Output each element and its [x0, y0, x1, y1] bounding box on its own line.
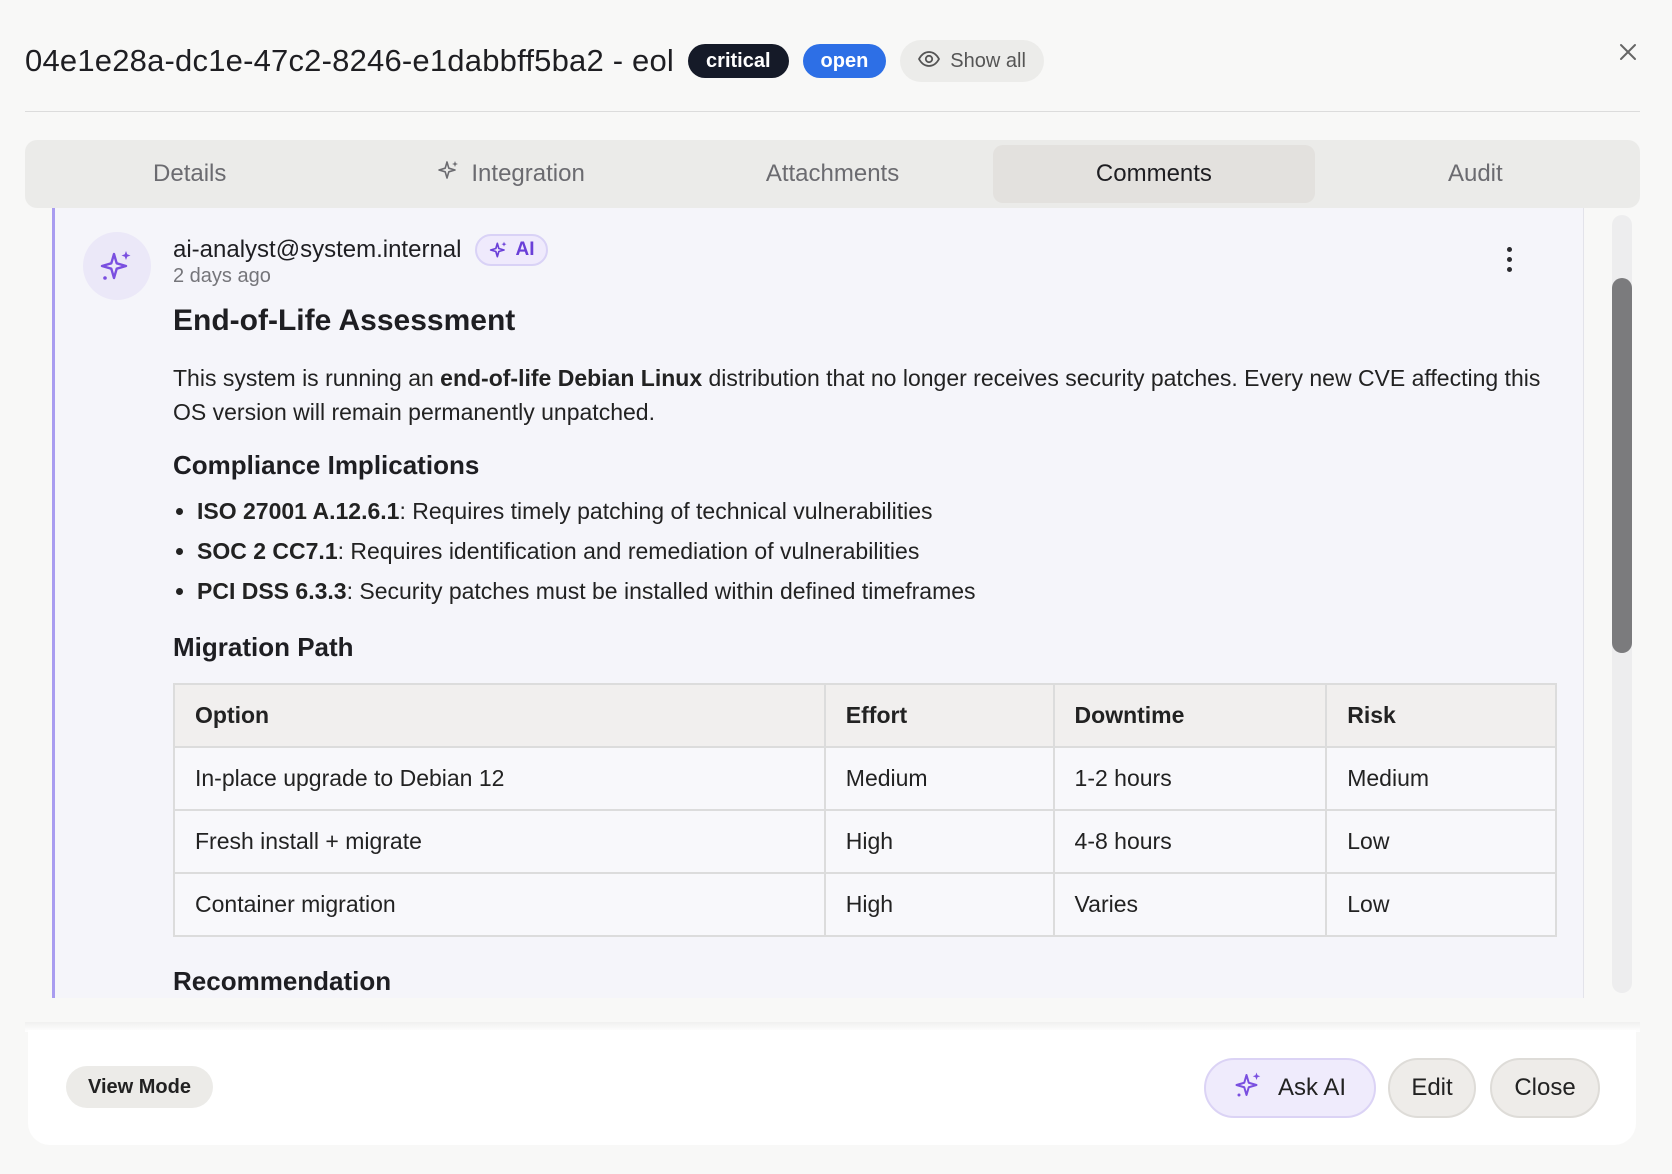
- column-header: Risk: [1325, 683, 1557, 748]
- close-icon[interactable]: [1612, 36, 1644, 68]
- scrollbar-thumb[interactable]: [1612, 278, 1632, 653]
- close-button[interactable]: Close: [1490, 1058, 1600, 1118]
- tab-label: Attachments: [765, 160, 900, 187]
- sparkle-icon: [100, 251, 131, 280]
- avatar: [83, 232, 151, 300]
- migration-heading: Migration Path: [173, 632, 354, 662]
- severity-badge: critical: [688, 44, 789, 78]
- comment-timestamp: 2 days ago: [173, 265, 271, 287]
- edit-button[interactable]: Edit: [1388, 1058, 1476, 1118]
- tab-bar: Details Integration Attachments Comments…: [25, 140, 1640, 208]
- table-cell: In-place upgrade to Debian 12: [173, 746, 826, 811]
- comment-card: ai-analyst@system.internal AI 2 days ago…: [52, 208, 1584, 998]
- tab-label: Integration: [471, 160, 585, 187]
- sparkle-icon: [490, 241, 507, 258]
- table-cell: Fresh install + migrate: [173, 809, 826, 874]
- tab-label: Audit: [1447, 160, 1503, 187]
- table-cell: Low: [1325, 809, 1557, 874]
- column-header: Downtime: [1052, 683, 1328, 748]
- table-header-row: Option Effort Downtime Risk: [173, 683, 1557, 748]
- table-row: Container migration High Varies Low: [173, 872, 1557, 937]
- table-cell: 1-2 hours: [1052, 746, 1328, 811]
- list-item: SOC 2 CC7.1: Requires identification and…: [197, 531, 1563, 571]
- tab-audit[interactable]: Audit: [1315, 145, 1636, 203]
- list-item: ISO 27001 A.12.6.1: Requires timely patc…: [197, 491, 1563, 531]
- table-row: Fresh install + migrate High 4-8 hours L…: [173, 809, 1557, 874]
- compliance-heading: Compliance Implications: [173, 450, 480, 480]
- page-title: 04e1e28a-dc1e-47c2-8246-e1dabbff5ba2 - e…: [25, 43, 675, 78]
- list-item: PCI DSS 6.3.3: Security patches must be …: [197, 571, 1563, 611]
- comment-heading: End-of-Life Assessment: [173, 304, 516, 337]
- modal-header: 04e1e28a-dc1e-47c2-8246-e1dabbff5ba2 - e…: [25, 30, 1640, 112]
- eye-icon: [918, 50, 941, 73]
- table-cell: High: [823, 809, 1055, 874]
- sparkle-icon: [437, 159, 461, 190]
- compliance-list: ISO 27001 A.12.6.1: Requires timely patc…: [173, 491, 1563, 611]
- comment-author: ai-analyst@system.internal AI: [173, 234, 549, 266]
- tab-integration[interactable]: Integration: [350, 145, 671, 203]
- show-all-button[interactable]: Show all: [900, 40, 1044, 82]
- table-cell: Medium: [1325, 746, 1557, 811]
- ai-badge: AI: [475, 234, 549, 266]
- ask-ai-button[interactable]: Ask AI: [1204, 1058, 1376, 1118]
- comment-body: End-of-Life Assessment This system is ru…: [173, 303, 1563, 998]
- view-mode-button[interactable]: View Mode: [66, 1066, 213, 1108]
- column-header: Option: [173, 683, 826, 748]
- table-cell: 4-8 hours: [1052, 809, 1328, 874]
- tab-details[interactable]: Details: [29, 145, 350, 203]
- show-all-label: Show all: [950, 49, 1026, 72]
- table-row: In-place upgrade to Debian 12 Medium 1-2…: [173, 746, 1557, 811]
- table-cell: Medium: [823, 746, 1055, 811]
- tab-comments[interactable]: Comments: [993, 145, 1315, 203]
- table-cell: Container migration: [173, 872, 826, 937]
- status-badge: open: [802, 44, 887, 78]
- tab-label: Details: [153, 160, 227, 187]
- author-name: ai-analyst@system.internal: [173, 236, 462, 263]
- column-header: Effort: [823, 683, 1055, 748]
- tab-label: Comments: [1095, 160, 1212, 187]
- tab-attachments[interactable]: Attachments: [672, 145, 993, 203]
- incident-modal: 04e1e28a-dc1e-47c2-8246-e1dabbff5ba2 - e…: [0, 0, 1672, 1174]
- recommendation-heading: Recommendation: [173, 966, 392, 996]
- table-cell: Low: [1325, 872, 1557, 937]
- intro-paragraph: This system is running an end-of-life De…: [173, 365, 1541, 425]
- more-options-icon[interactable]: [1497, 244, 1521, 274]
- comments-panel: ai-analyst@system.internal AI 2 days ago…: [25, 208, 1640, 998]
- migration-table: Option Effort Downtime Risk In-place upg…: [173, 683, 1557, 937]
- table-cell: Varies: [1052, 872, 1328, 937]
- table-cell: High: [823, 872, 1055, 937]
- sparkle-icon: [1234, 1070, 1264, 1107]
- modal-footer: View Mode Ask AI Edit Close: [28, 1030, 1636, 1145]
